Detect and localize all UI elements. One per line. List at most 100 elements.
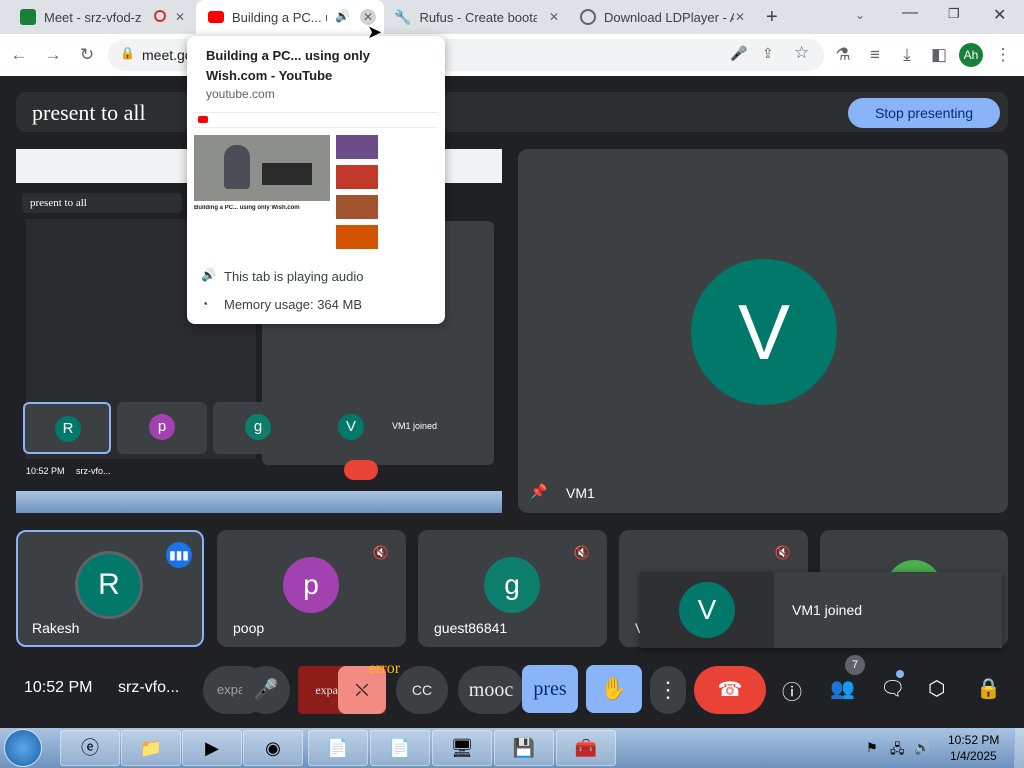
tab-meet[interactable]: Meet - srz-vfod-z ✕ xyxy=(8,0,196,34)
more-options-icon[interactable]: ⋮ xyxy=(650,666,686,714)
toast-avatar: V xyxy=(679,582,735,638)
toast-text: VM1 joined xyxy=(792,602,863,618)
profile-avatar[interactable]: Ah xyxy=(959,43,983,67)
nested-tile-guest: g xyxy=(213,402,305,454)
extensions-flask-icon[interactable]: ⚗ xyxy=(832,44,854,66)
browser-toolbar: ← → ↻ 🔒 meet.google.com 🎤 ⇪ ☆ ⚗ ≡ ⤓ ◧ Ah… xyxy=(0,34,1024,77)
mic-muted-icon: 🔇 xyxy=(770,540,796,566)
participant-tile-guest[interactable]: g 🔇 guest86841 xyxy=(418,530,607,647)
remote-desktop-icon[interactable]: 🖥 xyxy=(432,730,492,766)
document-icon-2[interactable]: 📄 xyxy=(370,730,430,766)
people-icon[interactable]: 👥 xyxy=(830,676,855,701)
participant-name: guest86841 xyxy=(434,620,508,636)
media-queue-icon[interactable]: ≡ xyxy=(864,44,886,66)
meet-favicon-icon xyxy=(20,9,36,25)
host-controls-lock-icon[interactable]: 🔒 xyxy=(976,676,1001,701)
meeting-time: 10:52 PM xyxy=(24,679,93,696)
speaking-indicator-icon: ▮▮▮ xyxy=(166,542,192,568)
nested-avatar: R xyxy=(55,416,81,442)
volume-icon[interactable]: 🔊 xyxy=(914,740,930,756)
participant-tile-rakesh[interactable]: R ▮▮▮ Rakesh xyxy=(16,530,204,647)
window-close-icon[interactable]: ✕ xyxy=(993,5,1006,25)
nested-taskbar xyxy=(16,491,502,513)
show-desktop-button[interactable] xyxy=(1014,728,1024,768)
meet-page: present to all Stop presenting present t… xyxy=(0,76,1024,728)
tab-rufus[interactable]: 🔧 Rufus - Create bootable ✕ xyxy=(384,0,570,34)
clock-date[interactable]: 1/4/2025 xyxy=(950,749,997,763)
memory-usage-text: Memory usage: 364 MB xyxy=(224,297,363,312)
activities-icon[interactable]: ⬡ xyxy=(928,676,945,701)
raise-hand-icon[interactable]: ✋ xyxy=(586,665,642,713)
related-thumb xyxy=(336,225,378,249)
chat-icon[interactable]: 🗨 xyxy=(880,676,905,701)
start-button-icon[interactable] xyxy=(4,729,42,767)
nested-present-banner: present to all xyxy=(22,193,182,213)
pc-case xyxy=(262,163,312,185)
back-icon[interactable]: ← xyxy=(8,44,30,66)
video-thumbnail xyxy=(194,135,330,201)
nested-toast-text: VM1 joined xyxy=(392,421,438,431)
close-tab-icon[interactable]: ✕ xyxy=(732,9,748,25)
nested-time: 10:52 PM xyxy=(26,466,65,476)
download-icon[interactable]: ⤓ xyxy=(896,44,918,66)
bookmark-star-icon[interactable]: ☆ xyxy=(794,43,809,63)
mood-extension-button[interactable]: mooc xyxy=(458,666,524,714)
globe-icon xyxy=(580,9,596,25)
preview-video-title: Building a PC... using only Wish.com xyxy=(194,205,300,211)
forward-icon[interactable]: → xyxy=(42,44,64,66)
present-button[interactable]: pres xyxy=(522,665,578,713)
main-participant-avatar: V xyxy=(691,259,837,405)
meeting-info-icon[interactable]: ⓘ xyxy=(782,676,802,705)
microphone-button[interactable]: 🎤 xyxy=(242,666,290,714)
participant-tile-poop[interactable]: p 🔇 poop xyxy=(217,530,406,647)
youtube-favicon-icon xyxy=(208,11,224,23)
nested-avatar: g xyxy=(245,414,271,440)
youtube-logo-icon xyxy=(198,116,208,123)
pin-icon[interactable]: 📌 xyxy=(530,483,547,500)
tab-ldplayer[interactable]: Download LDPlayer - A ✕ xyxy=(570,0,756,34)
close-tab-icon[interactable]: ✕ xyxy=(546,9,562,25)
network-icon[interactable]: 🖧 xyxy=(890,740,905,762)
audio-playing-icon[interactable]: 🔊 xyxy=(335,9,350,23)
save-tool-icon[interactable]: 💾 xyxy=(494,730,554,766)
toolbox-icon[interactable]: 🧰 xyxy=(556,730,616,766)
nested-tile-rakesh: R xyxy=(23,402,111,454)
close-tab-icon[interactable]: ✕ xyxy=(172,9,188,25)
microphone-icon[interactable]: 🎤 xyxy=(730,45,747,62)
main-participant-name: VM1 xyxy=(566,485,595,501)
error-badge: error xyxy=(369,660,401,677)
clock-time[interactable]: 10:52 PM xyxy=(948,733,999,747)
mouse-cursor-icon: ➤ xyxy=(367,22,383,42)
main-participant-tile[interactable]: V 📌 VM1 xyxy=(518,149,1008,513)
reload-icon[interactable]: ↻ xyxy=(76,44,98,66)
nested-tile-v: V VM1 joined xyxy=(310,402,490,454)
action-center-flag-icon[interactable]: ⚑ xyxy=(866,740,878,756)
new-tab-icon[interactable]: + xyxy=(766,6,778,29)
memory-gauge-icon: ◔ xyxy=(201,297,209,311)
captions-button[interactable]: CC xyxy=(396,666,448,714)
related-thumb xyxy=(336,165,378,189)
end-call-button[interactable]: ☎ xyxy=(694,666,766,714)
present-title: present to all xyxy=(32,100,146,125)
media-player-icon[interactable]: ▶ xyxy=(182,730,242,766)
side-panel-icon[interactable]: ◧ xyxy=(928,44,950,66)
tab-search-chevron-icon[interactable]: ⌄ xyxy=(855,8,865,22)
minimize-icon[interactable]: — xyxy=(902,4,918,22)
lock-icon: 🔒 xyxy=(120,46,135,60)
participant-name: poop xyxy=(233,620,265,636)
chrome-icon[interactable]: ◉ xyxy=(243,730,303,766)
nested-avatar: V xyxy=(338,414,364,440)
tab-youtube[interactable]: Building a PC... using 🔊 ✕ xyxy=(196,0,384,34)
rufus-favicon-icon: 🔧 xyxy=(394,8,412,25)
share-icon[interactable]: ⇪ xyxy=(762,45,774,62)
internet-explorer-icon[interactable]: ⓔ xyxy=(60,730,120,766)
stop-presenting-button[interactable]: Stop presenting xyxy=(848,98,1000,128)
related-thumb xyxy=(336,135,378,159)
menu-kebab-icon[interactable]: ⋮ xyxy=(992,44,1014,66)
file-explorer-icon[interactable]: 📁 xyxy=(121,730,181,766)
document-icon[interactable]: 📄 xyxy=(308,730,368,766)
nested-tile-poop: p xyxy=(117,402,207,454)
nested-avatar: p xyxy=(149,414,175,440)
speaker-icon: 🔊 xyxy=(201,268,216,282)
restore-icon[interactable]: ❐ xyxy=(948,6,960,22)
